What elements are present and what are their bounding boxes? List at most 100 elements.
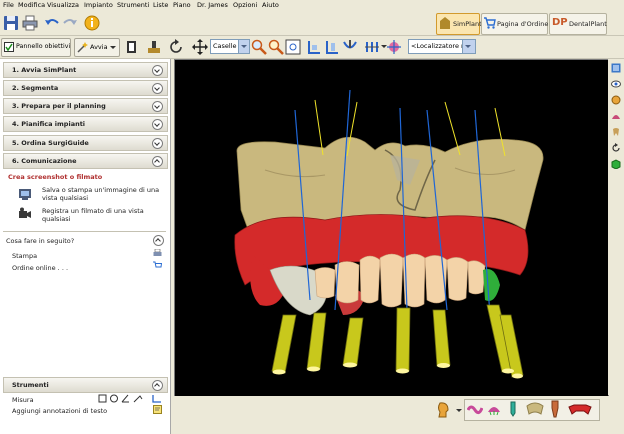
tab-pagina-label: Pagina d'Ordine <box>497 20 549 28</box>
menu-strumenti[interactable]: Strumenti <box>117 1 149 9</box>
expand-chevron-icon[interactable] <box>152 138 163 149</box>
localizzatore-dropdown-button[interactable] <box>462 39 476 54</box>
maxilla-object-icon[interactable] <box>526 402 544 416</box>
jaw-3d-render <box>234 89 544 379</box>
measure-tool-icon[interactable] <box>306 39 322 55</box>
angle-measure-icon <box>121 394 129 403</box>
annotazioni-link[interactable]: Aggiungi annotazioni di testo <box>12 407 107 415</box>
view-front-icon[interactable] <box>611 63 621 73</box>
rotate-icon[interactable] <box>168 39 184 55</box>
view-eye-icon[interactable] <box>611 79 621 89</box>
expand-chevron-icon[interactable] <box>152 101 163 112</box>
zoom-area-icon[interactable] <box>268 39 284 55</box>
nerve-tool-icon[interactable] <box>342 39 358 55</box>
save-icon[interactable] <box>3 15 19 31</box>
caselle-value: Caselle <box>213 42 237 50</box>
avvia-wand-icon <box>77 42 88 53</box>
tab-simplant-label: SimPlant <box>453 20 482 28</box>
print-icon[interactable] <box>22 15 38 31</box>
step-label: 3. Prepara per il planning <box>12 102 106 110</box>
step-label: 6. Comunicazione <box>12 157 77 165</box>
nerve-object-icon[interactable] <box>467 402 483 416</box>
record-movie-link[interactable]: Registra un filmato di una vista qualsia… <box>42 207 162 223</box>
menu-liste[interactable]: Liste <box>153 1 168 9</box>
record-movie-icon[interactable] <box>18 207 32 221</box>
stamp-tool-icon[interactable] <box>146 39 162 55</box>
caselle-select[interactable]: Caselle <box>210 39 250 54</box>
menu-visualizza[interactable]: Visualizza <box>47 1 79 9</box>
head-profile-icon[interactable] <box>436 402 450 418</box>
annotation-icon[interactable] <box>153 405 162 414</box>
screenshot-save-icon[interactable] <box>18 187 32 201</box>
expand-chevron-icon[interactable] <box>152 119 163 130</box>
collapse-chevron-icon[interactable] <box>153 235 164 246</box>
step-label: 5. Ordina SurgiGuide <box>12 139 89 147</box>
undo-icon[interactable] <box>44 15 60 31</box>
strumenti-header[interactable]: Strumenti <box>3 377 168 393</box>
tab-simplant[interactable]: SimPlant <box>436 13 482 35</box>
object-visibility-toolbar <box>174 396 624 434</box>
fit-view-icon[interactable] <box>285 39 301 55</box>
tab-dentalplant[interactable]: DP DentalPlant <box>549 13 607 35</box>
menu-piano[interactable]: Piano <box>173 1 191 9</box>
avvia-label: Avvia <box>90 43 108 51</box>
expand-chevron-icon[interactable] <box>152 83 163 94</box>
localizzatore-select[interactable]: <Localizzatore rapi <box>408 39 474 54</box>
step-comunicazione[interactable]: 6. Comunicazione <box>3 153 168 169</box>
menu-modifica[interactable]: Modifica <box>18 1 45 9</box>
secondary-toolbar: Pannello obiettivi Avvia Caselle <Locali… <box>0 36 624 59</box>
step-avvia-simplant[interactable]: 1. Avvia SimPlant <box>3 62 168 78</box>
screenshot-save-link[interactable]: Salva o stampa un'immagine di una vista … <box>42 186 162 202</box>
mandible-object-icon[interactable] <box>568 403 592 415</box>
ordine-online-link[interactable]: Ordine online . . . <box>12 264 68 272</box>
comunicazione-subtitle: Crea screenshot o filmato <box>8 173 103 181</box>
step-prepara-planning[interactable]: 3. Prepara per il planning <box>3 98 168 114</box>
view-cube-icon[interactable] <box>611 159 621 169</box>
step-ordina-surgiguide[interactable]: 5. Ordina SurgiGuide <box>3 135 168 151</box>
info-icon[interactable] <box>84 15 100 31</box>
caselle-chevron-down-icon <box>238 40 249 53</box>
menu-opzioni[interactable]: Opzioni <box>233 1 257 9</box>
gum-object-icon[interactable] <box>487 402 501 416</box>
collapse-chevron-icon[interactable] <box>152 380 163 391</box>
clip-tool-icon[interactable] <box>124 39 140 55</box>
view-refresh-icon[interactable] <box>611 143 621 153</box>
divider <box>3 231 166 232</box>
head-chevron-down-icon[interactable] <box>456 409 462 412</box>
step-label: 1. Avvia SimPlant <box>12 66 77 74</box>
view-bone-icon[interactable] <box>611 111 621 121</box>
view-rotate-icon[interactable] <box>611 95 621 105</box>
cart-icon <box>484 17 496 29</box>
right-view-toolbar <box>608 59 624 395</box>
tab-pagina-ordine[interactable]: Pagina d'Ordine <box>481 13 548 35</box>
expand-chevron-icon[interactable] <box>152 65 163 76</box>
menu-dr-james[interactable]: Dr. James <box>197 1 228 9</box>
print-small-icon[interactable] <box>153 249 162 258</box>
3d-viewport[interactable] <box>174 59 609 397</box>
pannello-label: Pannello obiettivi <box>16 43 71 50</box>
zoom-icon[interactable] <box>251 39 267 55</box>
view-tooth-icon[interactable] <box>611 127 621 137</box>
avvia-button[interactable]: Avvia <box>74 38 120 57</box>
step-segmenta[interactable]: 2. Segmenta <box>3 80 168 96</box>
workflow-panel: 1. Avvia SimPlant 2. Segmenta 3. Prepara… <box>0 59 171 434</box>
collapse-chevron-icon[interactable] <box>152 156 163 167</box>
menu-aiuto[interactable]: Aiuto <box>262 1 279 9</box>
stampa-link[interactable]: Stampa <box>12 252 37 260</box>
ruler-measure-icon <box>152 395 161 403</box>
polyline-measure-icon <box>133 395 143 403</box>
move-icon[interactable] <box>192 39 208 55</box>
menu-impianto[interactable]: Impianto <box>84 1 113 9</box>
cart-small-icon[interactable] <box>153 261 162 270</box>
strumenti-title: Strumenti <box>12 381 49 389</box>
step-pianifica-impianti[interactable]: 4. Pianifica impianti <box>3 116 168 132</box>
hide-tool-icon[interactable] <box>386 39 402 55</box>
redo-icon[interactable] <box>62 15 78 31</box>
implant-tool-icon[interactable] <box>324 39 340 55</box>
tooth-object-icon[interactable] <box>550 400 560 418</box>
tooth-tool-icon[interactable] <box>364 39 380 55</box>
menu-file[interactable]: File <box>3 1 14 9</box>
checkbox-icon <box>4 42 14 52</box>
pannello-obiettivi-button[interactable]: Pannello obiettivi <box>1 38 71 57</box>
implant-object-icon[interactable] <box>507 401 519 417</box>
